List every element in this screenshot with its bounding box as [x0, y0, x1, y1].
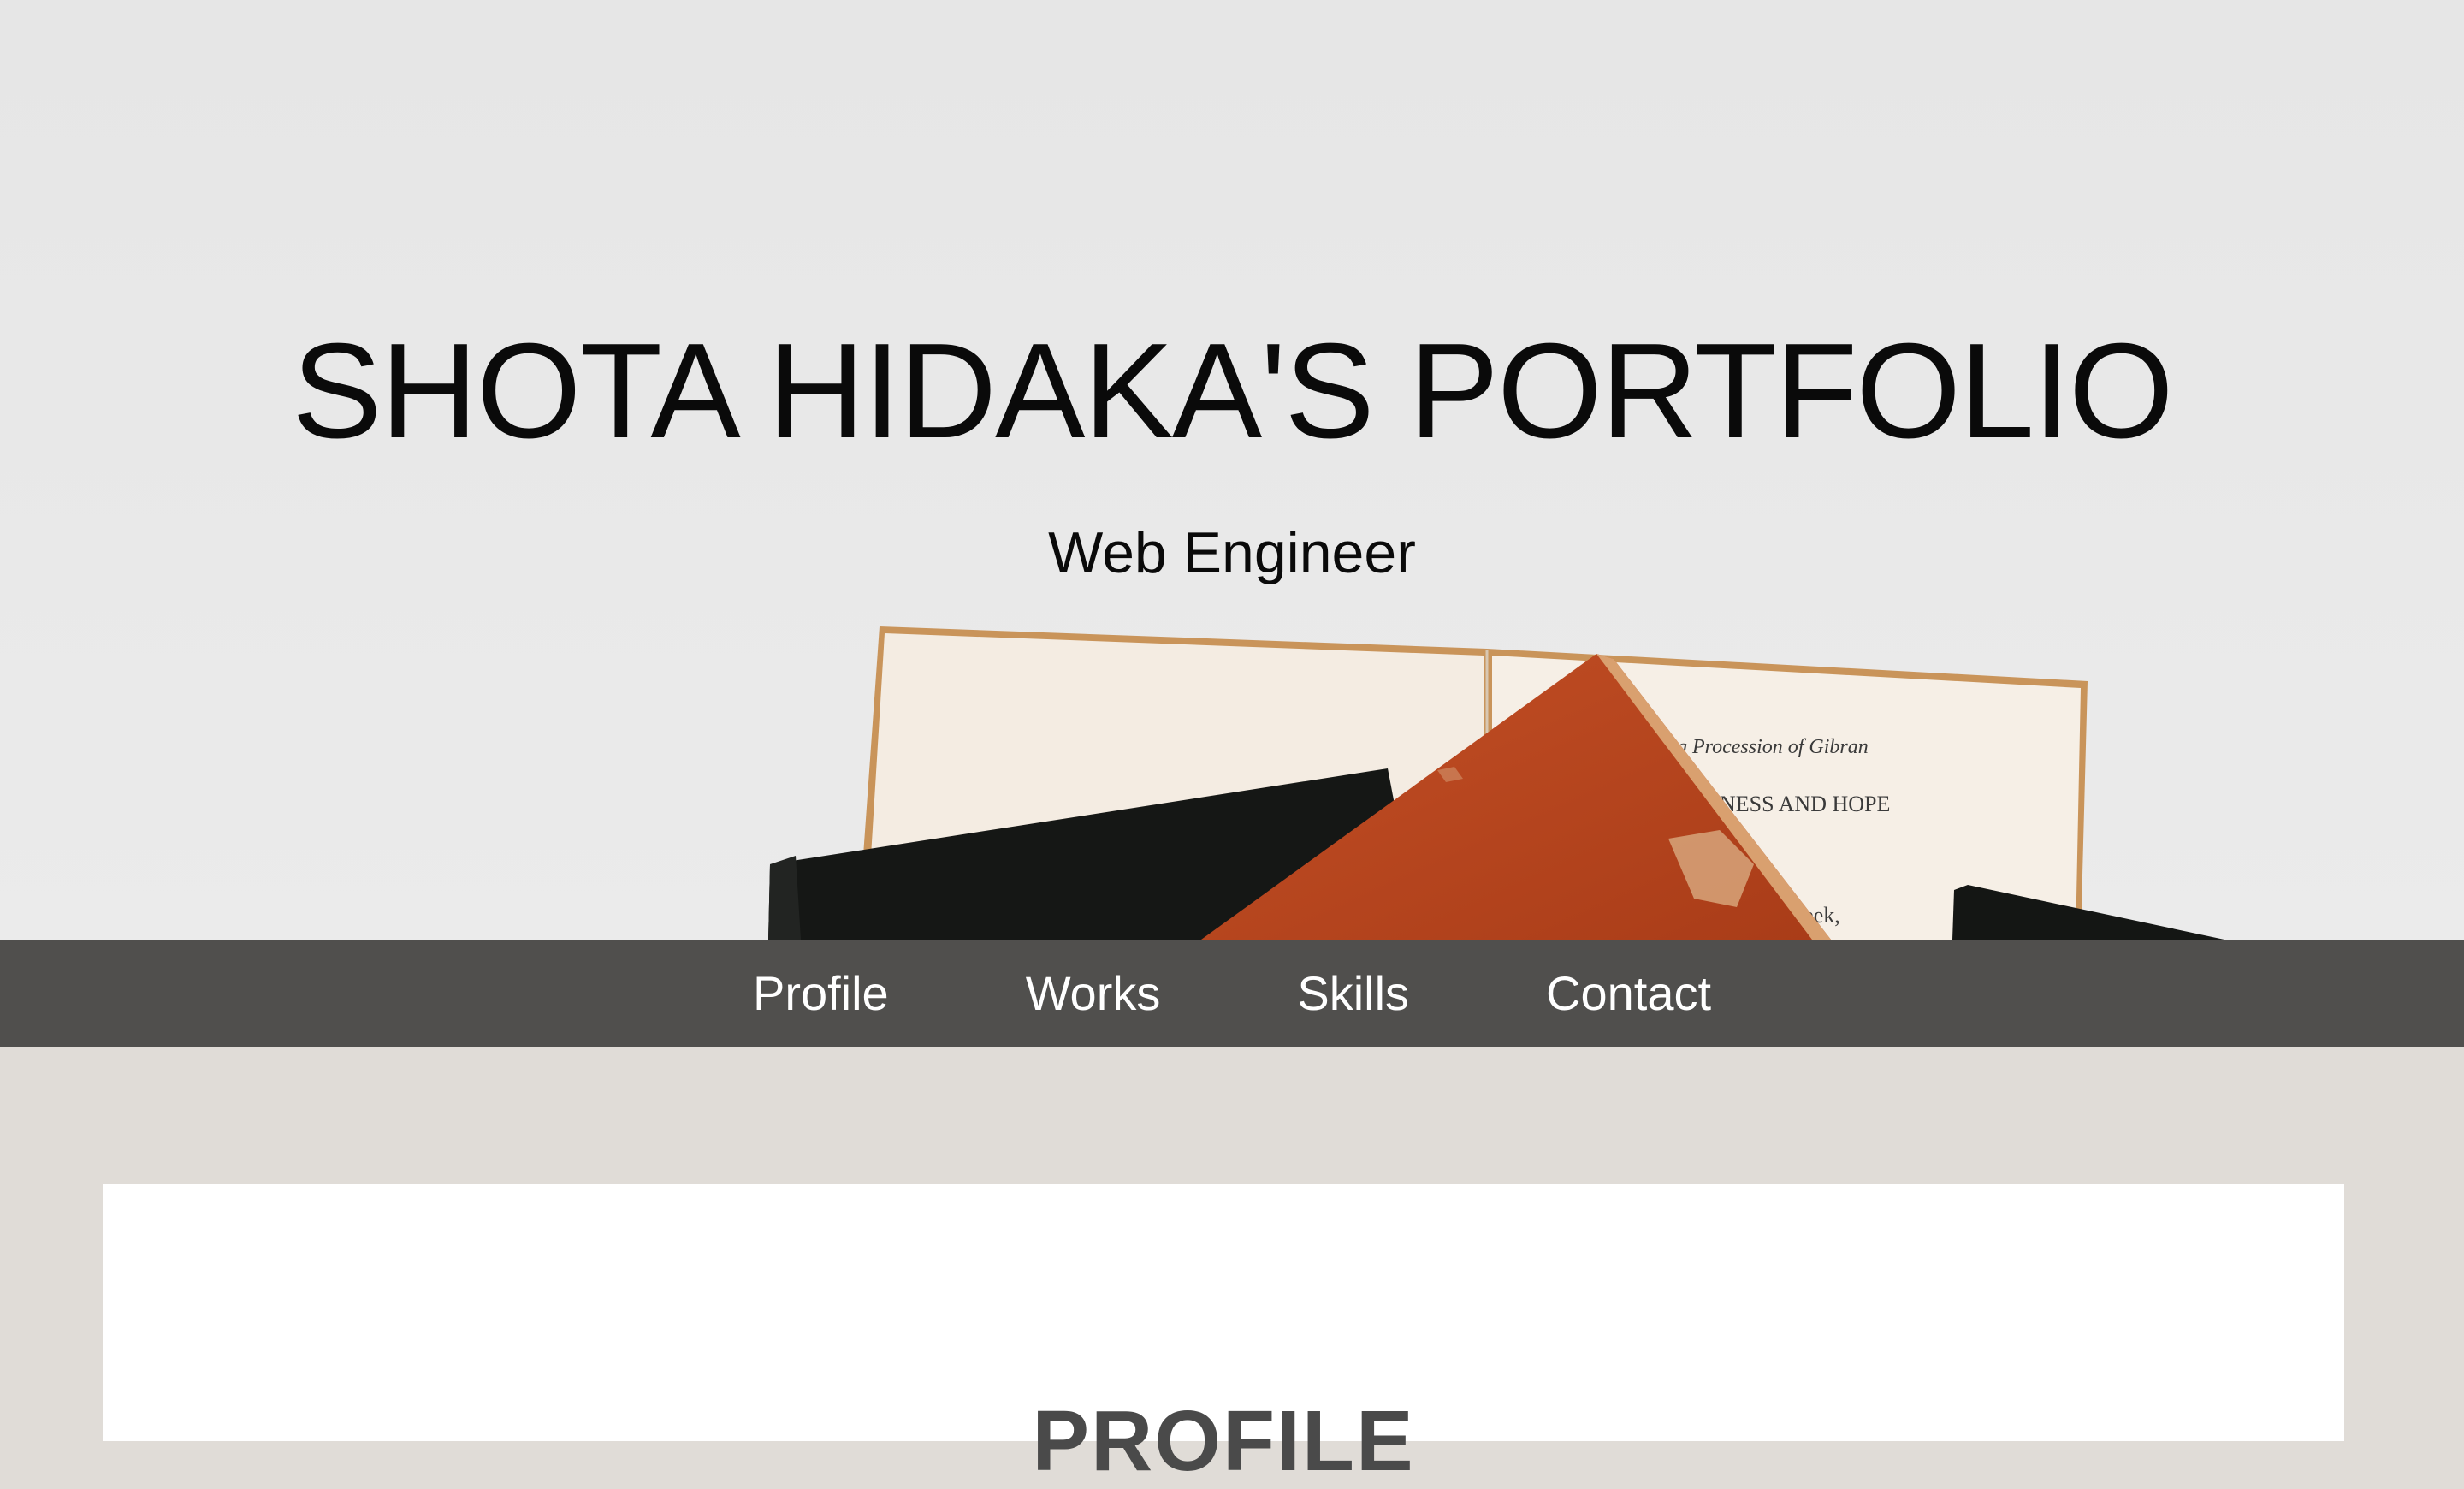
site-subtitle: Web Engineer: [1048, 520, 1416, 585]
profile-section-title: PROFILE: [1032, 1393, 1415, 1489]
svg-text:g Procession of Gibran: g Procession of Gibran: [1677, 736, 1869, 758]
main-nav: Profile Works Skills Contact: [0, 940, 2464, 1047]
svg-text:NESS AND HOPE: NESS AND HOPE: [1720, 792, 1890, 816]
nav-item-works[interactable]: Works: [1026, 970, 1161, 1017]
hero-background-image: g Procession of Gibran NESS AND HOPE e e…: [0, 0, 2464, 940]
nav-item-skills[interactable]: Skills: [1297, 970, 1409, 1017]
nav-item-profile[interactable]: Profile: [753, 970, 889, 1017]
hero-section: g Procession of Gibran NESS AND HOPE e e…: [0, 0, 2464, 940]
site-title: SHOTA HIDAKA'S PORTFOLIO: [292, 316, 2174, 466]
profile-card: PROFILE: [103, 1184, 2344, 1484]
main-content: PROFILE: [0, 1047, 2464, 1484]
nav-item-contact[interactable]: Contact: [1546, 970, 1711, 1017]
